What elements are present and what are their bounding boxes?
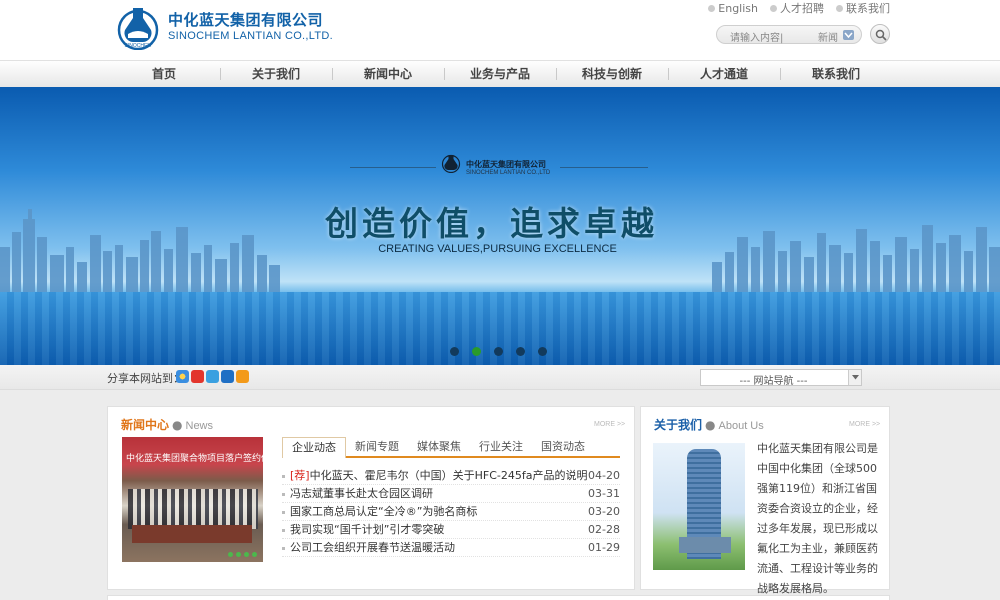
company-name-cn: 中化蓝天集团有限公司 — [168, 11, 324, 29]
chevron-down-icon[interactable] — [843, 30, 854, 40]
about-text: 中化蓝天集团有限公司是中国中化集团（全球500强第119位）和浙江省国资委合资设… — [757, 442, 878, 595]
banner-rule-right — [560, 167, 648, 168]
nav-home[interactable]: 首页 — [108, 61, 220, 87]
nav-about[interactable]: 关于我们 — [220, 61, 332, 87]
kaixin-icon[interactable] — [236, 370, 249, 383]
share-icons — [176, 370, 249, 383]
news-photo[interactable]: 中化蓝天集团聚合物项目落户签约仪 — [122, 437, 263, 562]
nav-news[interactable]: 新闻中心 — [332, 61, 444, 87]
site-nav-select[interactable]: --- 网站导航 --- — [700, 369, 862, 387]
slide-dot-4[interactable] — [516, 347, 525, 356]
slide-dot-3[interactable] — [494, 347, 503, 356]
search-icon — [875, 29, 887, 41]
news-panel: 新闻中心 ● News MORE >> 中化蓝天集团聚合物项目落户签约仪 企业动态 … — [107, 406, 635, 590]
list-item[interactable]: 我司实现“国千计划”引才零突破 02-28 — [282, 521, 620, 539]
about-more-link[interactable]: MORE >> — [849, 421, 880, 428]
hero-banner[interactable]: 中化蓝天集团有限公司 SINOCHEM LANTIAN CO.,LTD 创造价值… — [0, 87, 1000, 365]
bottom-panel-edge — [107, 595, 890, 600]
headquarters-photo[interactable] — [653, 443, 745, 570]
news-list: [荐]中化蓝天、霍尼韦尔（中国）关于HFC-245fa产品的说明 04-20 冯… — [282, 467, 620, 557]
tab-sasac-news[interactable]: 国资动态 — [532, 437, 594, 456]
share-bar: 分享本网站到： --- 网站导航 --- — [0, 365, 1000, 390]
slide-dot-5[interactable] — [538, 347, 547, 356]
list-item[interactable]: 国家工商总局认定“全冷®”为驰名商标 03-20 — [282, 503, 620, 521]
banner-rule-left — [350, 167, 436, 168]
recommend-badge: [荐] — [290, 469, 310, 482]
weibo-icon[interactable] — [191, 370, 204, 383]
tab-news-topics[interactable]: 新闻专题 — [346, 437, 408, 456]
qzone-icon[interactable] — [176, 370, 189, 383]
tab-media-focus[interactable]: 媒体聚焦 — [408, 437, 470, 456]
list-item[interactable]: [荐]中化蓝天、霍尼韦尔（中国）关于HFC-245fa产品的说明 04-20 — [282, 467, 620, 485]
tab-industry[interactable]: 行业关注 — [470, 437, 532, 456]
recruitment-link[interactable]: 人才招聘 — [770, 0, 824, 16]
contact-link[interactable]: 联系我们 — [836, 0, 890, 16]
svg-text:SINOCHEM: SINOCHEM — [125, 43, 152, 49]
news-photo-caption: 中化蓝天集团聚合物项目落户签约仪 — [126, 454, 263, 464]
top-links: English 人才招聘 联系我们 — [708, 0, 890, 16]
search-scope-select[interactable]: 新闻 — [818, 29, 838, 44]
news-more-link[interactable]: MORE >> — [594, 421, 625, 428]
search-input[interactable]: 请输入内容| — [730, 29, 783, 44]
renren-icon[interactable] — [221, 370, 234, 383]
slide-dot-2[interactable] — [472, 347, 481, 356]
tencent-weibo-icon[interactable] — [206, 370, 219, 383]
main-nav: 首页 关于我们 新闻中心 业务与产品 科技与创新 人才通道 联系我们 — [0, 60, 1000, 87]
search-box[interactable]: 请输入内容| 新闻 — [716, 25, 862, 44]
about-panel: 关于我们 ● About Us MORE >> 中化蓝天集团有限公司是中国中化集团（… — [640, 406, 890, 595]
nav-technology[interactable]: 科技与创新 — [556, 61, 668, 87]
news-tabs: 企业动态 新闻专题 媒体聚焦 行业关注 国资动态 — [282, 437, 620, 458]
nav-business[interactable]: 业务与产品 — [444, 61, 556, 87]
news-panel-title: 新闻中心 ● News — [121, 418, 214, 432]
banner-slogan: 创造价值，追求卓越 — [325, 204, 658, 243]
tab-company-news[interactable]: 企业动态 — [282, 437, 346, 458]
header: SINOCHEM 中化蓝天集团有限公司 SINOCHEM LANTIAN CO.… — [0, 0, 1000, 60]
english-link[interactable]: English — [708, 0, 758, 16]
contact-dot-icon — [836, 4, 843, 12]
sinochem-logo-icon[interactable]: SINOCHEM — [114, 4, 162, 50]
search-button[interactable] — [870, 24, 890, 44]
slide-dot-1[interactable] — [450, 347, 459, 356]
list-item[interactable]: 冯志斌董事长赴太仓园区调研 03-31 — [282, 485, 620, 503]
about-panel-title: 关于我们 ● About Us — [654, 418, 764, 432]
company-name-en: SINOCHEM LANTIAN CO.,LTD. — [168, 30, 333, 42]
banner-company-en: SINOCHEM LANTIAN CO.,LTD — [466, 170, 551, 176]
nav-contact[interactable]: 联系我们 — [780, 61, 892, 87]
banner-company-cn: 中化蓝天集团有限公司 — [466, 160, 546, 169]
banner-slogan-en: CREATING VALUES,PURSUING EXCELLENCE — [378, 243, 617, 255]
banner-logo-icon — [441, 154, 461, 173]
share-label: 分享本网站到： — [107, 372, 184, 385]
list-item[interactable]: 公司工会组织开展春节送温暖活动 01-29 — [282, 539, 620, 557]
slide-indicators — [450, 347, 547, 356]
globe-dot-icon — [708, 4, 716, 12]
person-dot-icon — [770, 4, 777, 12]
nav-talent[interactable]: 人才通道 — [668, 61, 780, 87]
chevron-down-icon[interactable] — [848, 370, 861, 385]
